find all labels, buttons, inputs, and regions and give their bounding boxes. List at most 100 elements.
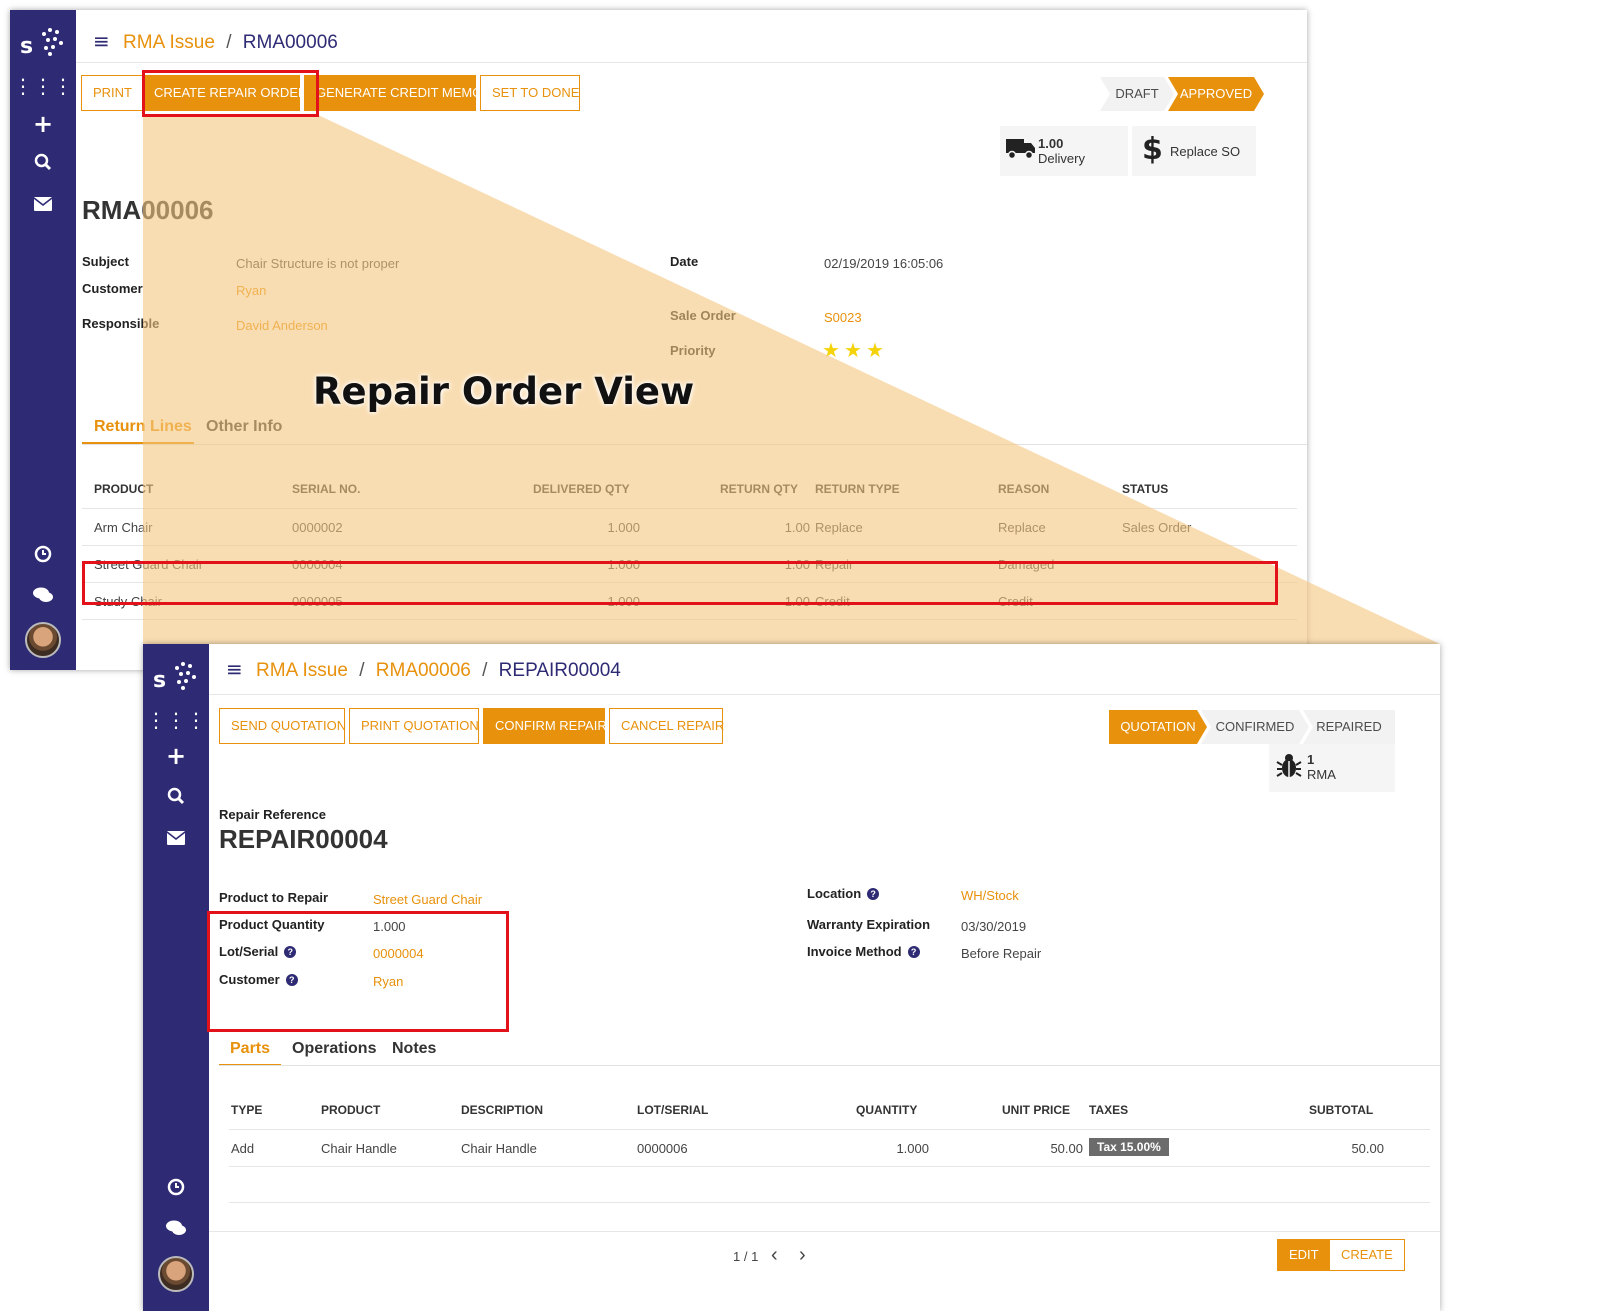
confirm-repair-button[interactable]: CONFIRM REPAIR (483, 708, 607, 744)
date-value: 02/19/2019 16:05:06 (824, 256, 944, 271)
sidebar: s ⋮⋮⋮ + (10, 10, 76, 670)
col-status[interactable]: STATUS (1122, 482, 1168, 496)
record-title: RMA00006 (82, 195, 214, 225)
location-value[interactable]: WH/Stock (961, 888, 1019, 903)
col-unit-price[interactable]: UNIT PRICE (1002, 1103, 1070, 1117)
tabs-divider (82, 444, 1307, 445)
cell-description: Chair Handle (461, 1141, 537, 1156)
priority-label: Priority (670, 343, 716, 358)
table-header-divider (229, 1129, 1430, 1130)
sale-order-value[interactable]: S0023 (824, 310, 862, 325)
highlight-create-repair-button (142, 70, 319, 117)
envelope-icon[interactable] (143, 826, 209, 850)
highlight-repair-fields (207, 911, 509, 1032)
cancel-repair-button[interactable]: CANCEL REPAIR (609, 708, 724, 744)
delivery-stat-button[interactable]: 1.00 Delivery (1000, 126, 1128, 176)
breadcrumb: ≡ RMA Issue / RMA00006 (93, 26, 338, 56)
avatar[interactable] (158, 1256, 194, 1292)
hamburger-icon[interactable]: ≡ (226, 657, 243, 681)
col-description[interactable]: DESCRIPTION (461, 1103, 543, 1117)
print-button[interactable]: PRINT (81, 75, 144, 111)
tab-other-info[interactable]: Other Info (206, 418, 282, 436)
date-label: Date (670, 254, 699, 269)
responsible-value[interactable]: David Anderson (236, 318, 328, 333)
avatar[interactable] (25, 622, 61, 658)
col-type[interactable]: TYPE (231, 1103, 262, 1117)
clock-icon[interactable] (143, 1177, 209, 1201)
customer-value[interactable]: Ryan (236, 283, 266, 298)
status-approved[interactable]: APPROVED (1168, 77, 1264, 111)
replace-so-label: Replace SO (1170, 144, 1241, 159)
chevron-right-icon[interactable]: › (799, 1244, 806, 1267)
col-delivered-qty[interactable]: DELIVERED QTY (533, 482, 630, 496)
cell-lot-serial: 0000006 (637, 1141, 688, 1156)
product-to-repair-label: Product to Repair (219, 890, 329, 905)
delivery-count: 1.00 (1038, 136, 1064, 151)
bug-icon (1275, 752, 1303, 787)
row-divider (82, 545, 1297, 546)
warranty-expiration-label: Warranty Expiration (807, 917, 931, 932)
status-draft[interactable]: DRAFT (1100, 77, 1174, 111)
plus-icon[interactable]: + (10, 112, 76, 136)
cell-type: Add (231, 1141, 255, 1156)
col-reason[interactable]: REASON (998, 482, 1049, 496)
customer-label: Customer (82, 281, 143, 296)
col-quantity[interactable]: QUANTITY (856, 1103, 917, 1117)
col-taxes[interactable]: TAXES (1089, 1103, 1128, 1117)
app-logo[interactable]: s (20, 24, 66, 64)
col-return-qty[interactable]: RETURN QTY (720, 482, 798, 496)
status-repaired[interactable]: REPAIRED (1303, 710, 1395, 744)
help-icon[interactable]: ? (907, 946, 920, 958)
hamburger-icon[interactable]: ≡ (93, 29, 110, 53)
plus-icon[interactable]: + (143, 744, 209, 768)
grid-icon[interactable]: ⋮⋮⋮ (10, 74, 76, 98)
priority-star-icon[interactable]: ★ (822, 338, 840, 362)
tab-parts[interactable]: Parts (230, 1040, 270, 1058)
chat-icon[interactable] (10, 584, 76, 608)
row-divider (229, 1202, 1430, 1203)
col-lot-serial[interactable]: LOT/SERIAL (637, 1103, 708, 1117)
status-quotation[interactable]: QUOTATION (1109, 710, 1207, 744)
status-confirmed[interactable]: CONFIRMED (1201, 710, 1309, 744)
generate-credit-memo-button[interactable]: GENERATE CREDIT MEMO (304, 75, 482, 111)
help-icon[interactable]: ? (867, 888, 880, 900)
sale-order-label: Sale Order (670, 308, 736, 323)
col-product[interactable]: PRODUCT (94, 482, 153, 496)
chat-icon[interactable] (143, 1217, 209, 1241)
grid-icon[interactable]: ⋮⋮⋮ (143, 708, 209, 732)
col-serial-no[interactable]: SERIAL NO. (292, 482, 360, 496)
print-quotation-button[interactable]: PRINT QUOTATION (349, 708, 479, 744)
col-subtotal[interactable]: SUBTOTAL (1309, 1103, 1373, 1117)
priority-star-icon[interactable]: ★ (844, 338, 862, 362)
priority-star-icon[interactable]: ★ (866, 338, 884, 362)
cell-product: Arm Chair (94, 520, 153, 535)
search-icon[interactable] (143, 786, 209, 810)
cell-product: Chair Handle (321, 1141, 397, 1156)
set-to-done-button[interactable]: SET TO DONE (480, 75, 580, 111)
pager-value[interactable]: 1 / 1 (733, 1249, 758, 1264)
search-icon[interactable] (10, 152, 76, 176)
replace-so-stat-button[interactable]: $ Replace SO (1132, 126, 1256, 176)
breadcrumb-rma-issue[interactable]: RMA Issue (123, 32, 215, 53)
clock-icon[interactable] (10, 544, 76, 568)
app-logo[interactable]: s (153, 658, 199, 698)
breadcrumb-rma-issue[interactable]: RMA Issue (256, 660, 348, 681)
product-to-repair-value[interactable]: Street Guard Chair (373, 892, 482, 907)
tab-operations[interactable]: Operations (292, 1040, 376, 1058)
tab-return-lines[interactable]: Return Lines (94, 418, 192, 436)
breadcrumb-separator: / (226, 32, 232, 53)
envelope-icon[interactable] (10, 192, 76, 216)
tab-notes[interactable]: Notes (392, 1040, 436, 1058)
col-return-type[interactable]: RETURN TYPE (815, 482, 900, 496)
cell-return-type: Replace (815, 520, 863, 535)
chevron-left-icon[interactable]: ‹ (771, 1244, 778, 1267)
sidebar: s ⋮⋮⋮ + (143, 644, 209, 1311)
breadcrumb-current: RMA00006 (242, 32, 338, 53)
send-quotation-button[interactable]: SEND QUOTATION (219, 708, 346, 744)
breadcrumb-rma-record[interactable]: RMA00006 (376, 660, 471, 681)
cell-return-qty: 1.00 (784, 520, 810, 535)
col-product[interactable]: PRODUCT (321, 1103, 380, 1117)
create-button[interactable]: CREATE (1329, 1239, 1405, 1271)
rma-stat-button[interactable]: 1 RMA (1269, 744, 1395, 792)
edit-button[interactable]: EDIT (1277, 1239, 1331, 1271)
